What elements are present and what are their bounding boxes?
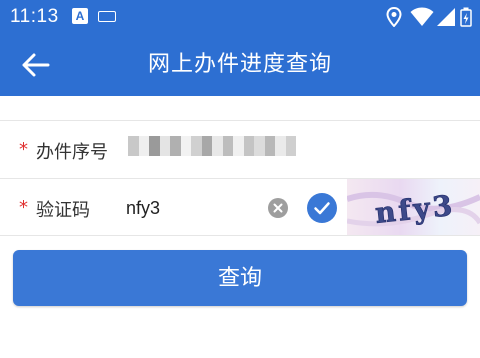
case-number-redacted <box>128 136 296 156</box>
captcha-text: nfy3 <box>374 189 457 230</box>
status-bar: 11:13 A <box>0 0 480 34</box>
location-icon <box>386 7 402 27</box>
captcha-input[interactable] <box>126 191 256 225</box>
status-time: 11:13 <box>10 6 59 27</box>
signal-icon <box>437 8 455 26</box>
wifi-icon <box>410 7 434 26</box>
required-mark: * <box>19 139 28 160</box>
case-number-label: 办件序号 <box>36 142 108 163</box>
confirm-button[interactable] <box>307 193 337 223</box>
captcha-row: * 验证码 nfy3 <box>0 178 480 236</box>
captcha-image[interactable]: nfy3 <box>347 179 480 235</box>
required-mark: * <box>19 197 28 218</box>
keyboard-icon <box>98 11 116 22</box>
query-button[interactable]: 查询 <box>13 250 467 306</box>
captcha-graphic: nfy3 <box>347 188 480 230</box>
app-bar: 网上办件进度查询 <box>0 34 480 96</box>
arrow-left-icon <box>22 53 50 77</box>
battery-icon <box>460 7 472 27</box>
page-title: 网上办件进度查询 <box>147 52 332 77</box>
check-circle-icon <box>314 202 330 215</box>
a-notification-icon: A <box>72 8 88 24</box>
captcha-label: 验证码 <box>36 200 90 221</box>
clear-button[interactable] <box>268 198 288 218</box>
back-button[interactable] <box>20 50 54 80</box>
clear-circle-icon <box>273 203 283 213</box>
